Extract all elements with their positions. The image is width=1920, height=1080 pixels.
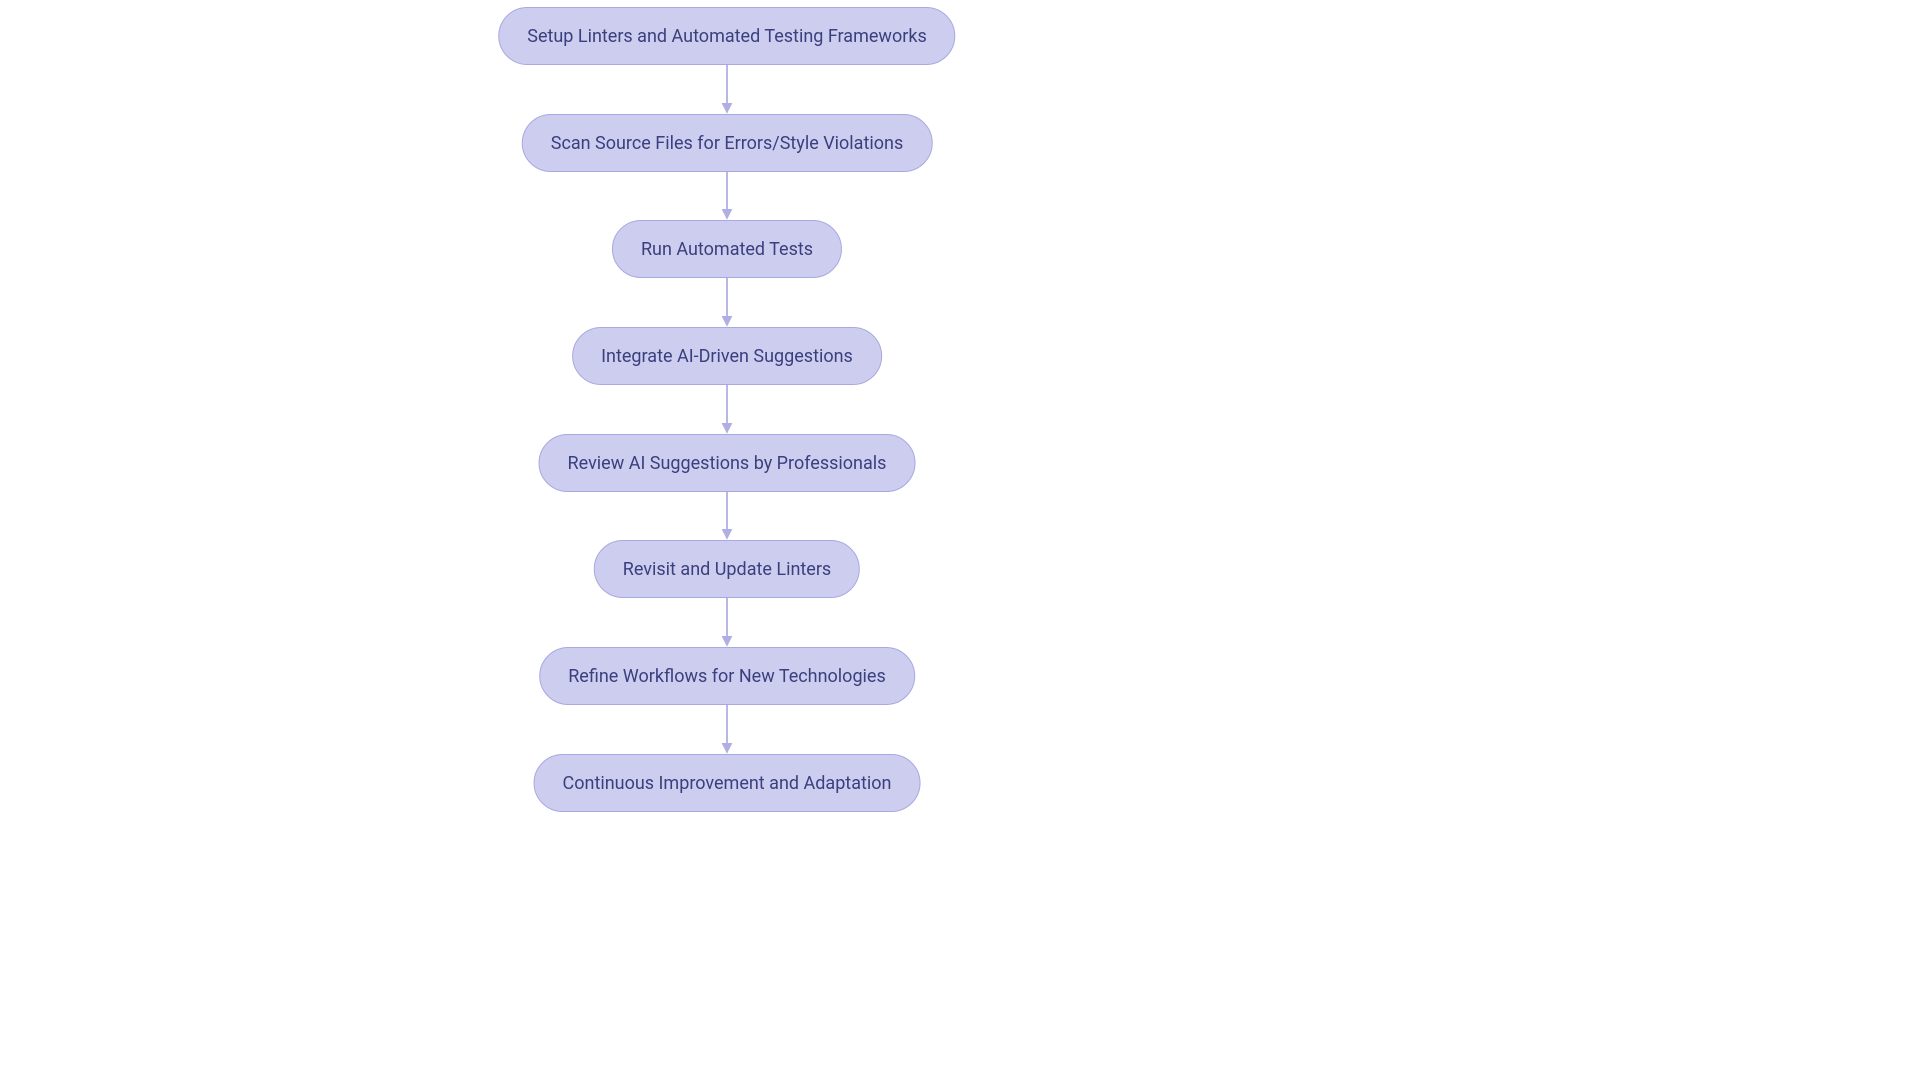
flow-node-refine-workflows: Refine Workflows for New Technologies: [539, 647, 915, 705]
flowchart-canvas: Setup Linters and Automated Testing Fram…: [0, 0, 1920, 1080]
node-label: Revisit and Update Linters: [623, 559, 831, 580]
node-label: Refine Workflows for New Technologies: [568, 666, 886, 687]
flow-node-revisit-linters: Revisit and Update Linters: [594, 540, 860, 598]
flow-node-integrate-ai: Integrate AI-Driven Suggestions: [572, 327, 882, 385]
flow-node-setup-linters: Setup Linters and Automated Testing Fram…: [498, 7, 955, 65]
node-label: Continuous Improvement and Adaptation: [563, 773, 892, 794]
flow-node-run-tests: Run Automated Tests: [612, 220, 842, 278]
flow-node-review-ai: Review AI Suggestions by Professionals: [539, 434, 916, 492]
connector-layer: [0, 0, 1920, 1080]
flow-node-continuous-improve: Continuous Improvement and Adaptation: [534, 754, 921, 812]
node-label: Setup Linters and Automated Testing Fram…: [527, 26, 926, 47]
node-label: Integrate AI-Driven Suggestions: [601, 346, 853, 367]
node-label: Scan Source Files for Errors/Style Viola…: [551, 133, 904, 154]
node-label: Review AI Suggestions by Professionals: [568, 453, 887, 474]
flow-node-scan-source: Scan Source Files for Errors/Style Viola…: [522, 114, 933, 172]
node-label: Run Automated Tests: [641, 239, 813, 260]
